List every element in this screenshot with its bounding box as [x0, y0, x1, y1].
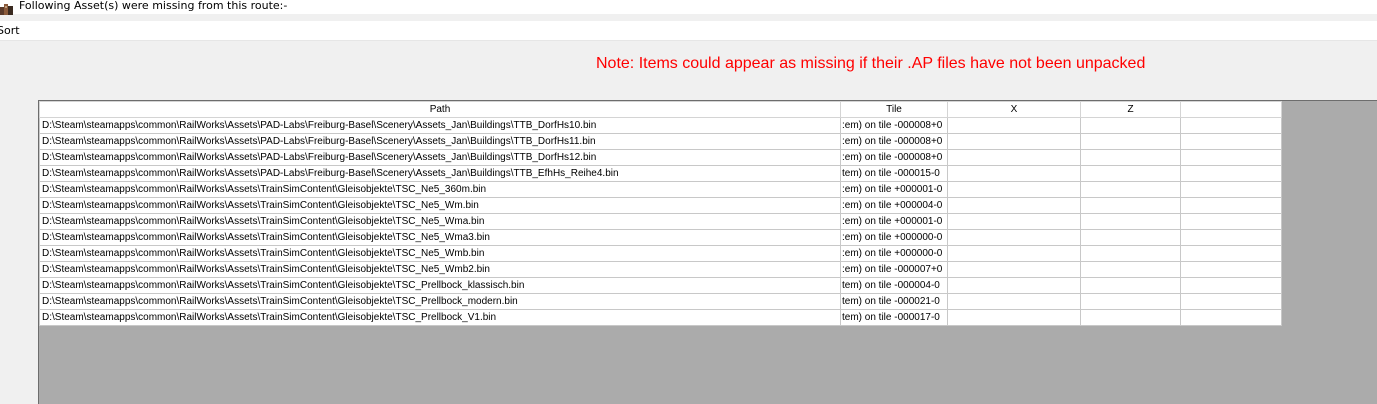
cell-path: D:\Steam\steamapps\common\RailWorks\Asse… — [39, 149, 841, 166]
cell-x — [947, 293, 1081, 310]
cell-x — [947, 197, 1081, 214]
cell-z — [1080, 149, 1181, 166]
table-row[interactable]: D:\Steam\steamapps\common\RailWorks\Asse… — [39, 229, 1282, 246]
cell-extra — [1180, 293, 1282, 310]
cell-path: D:\Steam\steamapps\common\RailWorks\Asse… — [39, 117, 841, 134]
cell-extra — [1180, 117, 1282, 134]
cell-z — [1080, 245, 1181, 262]
column-header-tile[interactable]: Tile — [840, 101, 948, 118]
cell-z — [1080, 309, 1181, 326]
title-bar: Following Asset(s) were missing from thi… — [0, 0, 1377, 15]
cell-z — [1080, 261, 1181, 278]
table-row[interactable]: D:\Steam\steamapps\common\RailWorks\Asse… — [39, 165, 1282, 182]
cell-extra — [1180, 229, 1282, 246]
cell-extra — [1180, 261, 1282, 278]
table-row[interactable]: D:\Steam\steamapps\common\RailWorks\Asse… — [39, 245, 1282, 262]
cell-tile: :em) on tile +000001-0 — [840, 213, 948, 230]
cell-tile: tem) on tile -000017-0 — [840, 309, 948, 326]
cell-z — [1080, 165, 1181, 182]
cell-tile: :em) on tile +000000-0 — [840, 229, 948, 246]
table-row[interactable]: D:\Steam\steamapps\common\RailWorks\Asse… — [39, 197, 1282, 214]
window-title: Following Asset(s) were missing from thi… — [19, 0, 288, 12]
cell-extra — [1180, 245, 1282, 262]
missing-assets-grid[interactable]: Path Tile X Z D:\Steam\steamapps\common\… — [38, 100, 1377, 404]
column-header-z[interactable]: Z — [1080, 101, 1181, 118]
cell-x — [947, 165, 1081, 182]
cell-path: D:\Steam\steamapps\common\RailWorks\Asse… — [39, 133, 841, 150]
cell-tile: :em) on tile +000001-0 — [840, 181, 948, 198]
cell-x — [947, 261, 1081, 278]
table-row[interactable]: D:\Steam\steamapps\common\RailWorks\Asse… — [39, 149, 1282, 166]
cell-z — [1080, 197, 1181, 214]
app-icon — [0, 0, 13, 15]
cell-extra — [1180, 309, 1282, 326]
cell-extra — [1180, 277, 1282, 294]
missing-assets-table: Path Tile X Z D:\Steam\steamapps\common\… — [39, 101, 1282, 326]
cell-x — [947, 245, 1081, 262]
cell-path: D:\Steam\steamapps\common\RailWorks\Asse… — [39, 165, 841, 182]
table-row[interactable]: D:\Steam\steamapps\common\RailWorks\Asse… — [39, 133, 1282, 150]
cell-tile: tem) on tile -000004-0 — [840, 277, 948, 294]
cell-path: D:\Steam\steamapps\common\RailWorks\Asse… — [39, 229, 841, 246]
table-header-row: Path Tile X Z — [39, 101, 1282, 118]
cell-x — [947, 117, 1081, 134]
cell-path: D:\Steam\steamapps\common\RailWorks\Asse… — [39, 245, 841, 262]
unpack-note: Note: Items could appear as missing if t… — [596, 55, 1146, 72]
column-header-x[interactable]: X — [947, 101, 1081, 118]
table-row[interactable]: D:\Steam\steamapps\common\RailWorks\Asse… — [39, 309, 1282, 326]
table-row[interactable]: D:\Steam\steamapps\common\RailWorks\Asse… — [39, 181, 1282, 198]
table-row[interactable]: D:\Steam\steamapps\common\RailWorks\Asse… — [39, 117, 1282, 134]
cell-x — [947, 229, 1081, 246]
cell-extra — [1180, 213, 1282, 230]
table-row[interactable]: D:\Steam\steamapps\common\RailWorks\Asse… — [39, 213, 1282, 230]
cell-z — [1080, 277, 1181, 294]
cell-extra — [1180, 181, 1282, 198]
cell-z — [1080, 293, 1181, 310]
cell-z — [1080, 181, 1181, 198]
cell-tile: :em) on tile -000008+0 — [840, 149, 948, 166]
cell-extra — [1180, 165, 1282, 182]
cell-tile: :em) on tile -000007+0 — [840, 261, 948, 278]
cell-x — [947, 309, 1081, 326]
cell-path: D:\Steam\steamapps\common\RailWorks\Asse… — [39, 213, 841, 230]
cell-x — [947, 181, 1081, 198]
cell-extra — [1180, 133, 1282, 150]
cell-path: D:\Steam\steamapps\common\RailWorks\Asse… — [39, 197, 841, 214]
cell-x — [947, 213, 1081, 230]
cell-z — [1080, 213, 1181, 230]
column-header-path[interactable]: Path — [39, 101, 841, 118]
table-row[interactable]: D:\Steam\steamapps\common\RailWorks\Asse… — [39, 293, 1282, 310]
cell-tile: tem) on tile -000021-0 — [840, 293, 948, 310]
cell-tile: :em) on tile +000000-0 — [840, 245, 948, 262]
cell-tile: :em) on tile -000008+0 — [840, 133, 948, 150]
cell-path: D:\Steam\steamapps\common\RailWorks\Asse… — [39, 309, 841, 326]
column-header-extra[interactable] — [1180, 101, 1282, 118]
cell-z — [1080, 117, 1181, 134]
cell-extra — [1180, 149, 1282, 166]
cell-extra — [1180, 197, 1282, 214]
cell-tile: :em) on tile +000004-0 — [840, 197, 948, 214]
table-row[interactable]: D:\Steam\steamapps\common\RailWorks\Asse… — [39, 277, 1282, 294]
cell-tile: tem) on tile -000015-0 — [840, 165, 948, 182]
cell-path: D:\Steam\steamapps\common\RailWorks\Asse… — [39, 293, 841, 310]
cell-path: D:\Steam\steamapps\common\RailWorks\Asse… — [39, 277, 841, 294]
table-row[interactable]: D:\Steam\steamapps\common\RailWorks\Asse… — [39, 261, 1282, 278]
menu-item-sort[interactable]: Sort — [0, 24, 20, 38]
cell-x — [947, 149, 1081, 166]
cell-z — [1080, 133, 1181, 150]
menu-bar: Sort — [0, 21, 1377, 40]
cell-x — [947, 277, 1081, 294]
cell-x — [947, 133, 1081, 150]
cell-tile: :em) on tile -000008+0 — [840, 117, 948, 134]
menu-divider — [0, 40, 1377, 41]
cell-path: D:\Steam\steamapps\common\RailWorks\Asse… — [39, 261, 841, 278]
cell-z — [1080, 229, 1181, 246]
cell-path: D:\Steam\steamapps\common\RailWorks\Asse… — [39, 181, 841, 198]
